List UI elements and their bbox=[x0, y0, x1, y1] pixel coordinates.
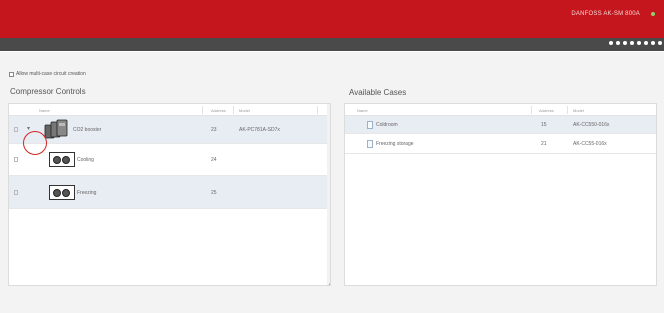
page-dot-6[interactable] bbox=[644, 41, 648, 45]
page-dot-2[interactable] bbox=[616, 41, 620, 45]
available-cases-title: Available Cases bbox=[349, 88, 407, 97]
column-divider bbox=[567, 106, 568, 114]
highlight-circle bbox=[23, 131, 47, 155]
page-dot-3[interactable] bbox=[623, 41, 627, 45]
table-row[interactable]: Cooling 24 bbox=[9, 144, 330, 176]
table-row[interactable]: Freezing 25 bbox=[9, 176, 330, 209]
compressor-controls-title: Compressor Controls bbox=[10, 87, 86, 96]
case-name: Coldroom bbox=[376, 122, 398, 128]
case-doc-icon bbox=[367, 140, 373, 148]
column-divider bbox=[233, 106, 234, 114]
row-handle-icon[interactable] bbox=[14, 190, 18, 195]
column-header-model[interactable]: Model bbox=[239, 108, 250, 113]
compressor-pack-icon bbox=[49, 152, 75, 167]
allow-multicase-option[interactable]: Allow multi-case circuit creation bbox=[9, 71, 86, 77]
row-name: Cooling bbox=[77, 157, 94, 163]
page-dot-8[interactable] bbox=[658, 41, 662, 45]
row-handle-icon[interactable] bbox=[14, 127, 18, 132]
row-model: AK-PC781A-SD7x bbox=[239, 127, 280, 133]
column-divider bbox=[202, 106, 203, 114]
table-header: Name Address Model bbox=[345, 104, 656, 116]
table-header: Name Address Model bbox=[9, 104, 330, 116]
scroll-down-icon[interactable]: ▴ bbox=[329, 281, 330, 285]
page-dot-4[interactable] bbox=[630, 41, 634, 45]
compressor-pack-icon bbox=[49, 185, 75, 200]
row-name: CO2 booster bbox=[73, 127, 102, 133]
column-divider bbox=[531, 106, 532, 114]
case-name: Freezing storage bbox=[376, 141, 414, 147]
row-address: 24 bbox=[211, 157, 217, 163]
page-dot-7[interactable] bbox=[651, 41, 655, 45]
allow-multicase-label: Allow multi-case circuit creation bbox=[16, 71, 86, 77]
allow-multicase-checkbox[interactable] bbox=[9, 71, 14, 77]
list-item[interactable]: Coldroom 15 AK-CC550-016x bbox=[345, 116, 656, 134]
divider bbox=[0, 51, 664, 52]
table-row[interactable]: ▾ CO2 booster 23 AK-PC781A-SD7x bbox=[9, 116, 330, 144]
compressor-controls-table: Name Address Model ▾ CO2 booster 23 AK-P… bbox=[8, 103, 331, 286]
row-address: 25 bbox=[211, 190, 217, 196]
column-divider bbox=[317, 106, 318, 114]
list-item[interactable]: Freezing storage 21 AK-CC55-016x bbox=[345, 134, 656, 154]
row-name: Freezing bbox=[77, 190, 97, 196]
case-address: 15 bbox=[541, 122, 547, 128]
connection-status-icon bbox=[651, 12, 655, 16]
device-label: DANFOSS AK-SM 800A bbox=[571, 11, 640, 17]
case-doc-icon bbox=[367, 121, 373, 129]
case-model: AK-CC55-016x bbox=[573, 141, 607, 147]
row-address: 23 bbox=[211, 127, 217, 133]
page-indicator[interactable] bbox=[609, 41, 662, 45]
column-header-address[interactable]: Address bbox=[539, 108, 554, 113]
nav-bar bbox=[0, 38, 664, 51]
case-model: AK-CC550-016x bbox=[573, 122, 610, 128]
scrollbar[interactable]: ▴ bbox=[327, 104, 330, 285]
page-dot-5[interactable] bbox=[637, 41, 641, 45]
row-handle-icon[interactable] bbox=[14, 157, 18, 162]
available-cases-table: Name Address Model Coldroom 15 AK-CC550-… bbox=[344, 103, 657, 286]
page-dot-1[interactable] bbox=[609, 41, 613, 45]
case-address: 21 bbox=[541, 141, 547, 147]
app-header: DANFOSS AK-SM 800A bbox=[0, 0, 664, 38]
column-header-address[interactable]: Address bbox=[211, 108, 226, 113]
column-header-name[interactable]: Name bbox=[39, 108, 50, 113]
column-header-name[interactable]: Name bbox=[357, 108, 368, 113]
booster-icon bbox=[44, 119, 68, 139]
column-header-model[interactable]: Model bbox=[573, 108, 584, 113]
